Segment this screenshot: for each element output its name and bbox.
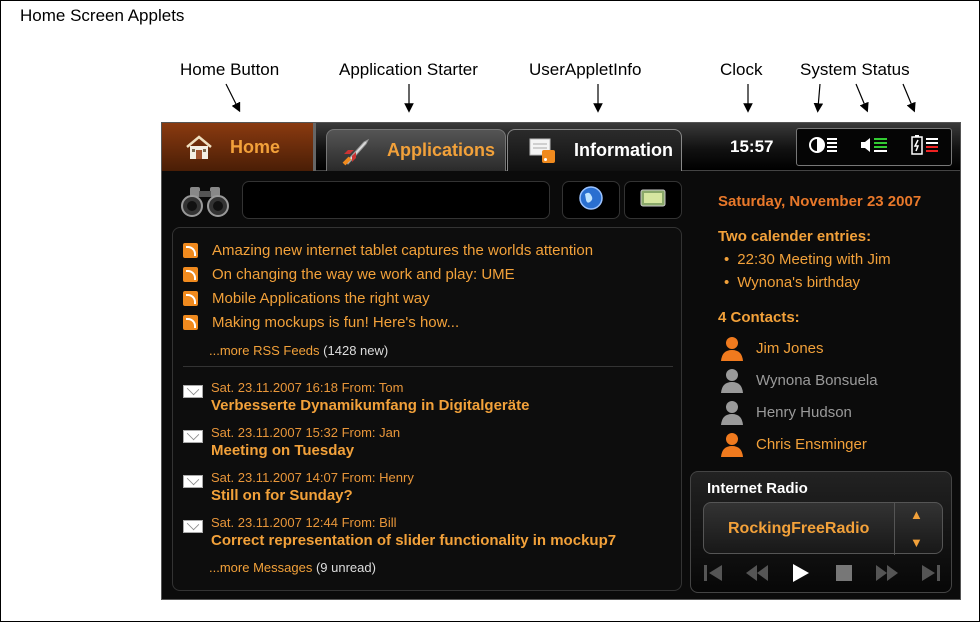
rss-list: Amazing new internet tablet captures the… (183, 238, 593, 334)
divider (183, 366, 673, 367)
binoculars-icon[interactable] (180, 185, 230, 222)
message-subject: Still on for Sunday? (211, 487, 353, 504)
person-offline-icon (718, 366, 746, 394)
rss-icon (183, 266, 198, 282)
message-subject: Correct representation of slider functio… (211, 532, 617, 549)
skip-back-icon[interactable] (699, 560, 727, 586)
more-rss-link[interactable]: ...more RSS Feeds (209, 343, 320, 358)
calendar-entry[interactable]: 22:30 Meeting with Jim (718, 251, 958, 268)
contact-name: Chris Ensminger (756, 435, 867, 453)
tab-information-label: Information (574, 140, 673, 160)
radio-controls (699, 560, 945, 586)
rss-item-title: Amazing new internet tablet captures the… (212, 241, 594, 259)
rss-icon (183, 290, 198, 306)
message-item[interactable]: Sat. 23.11.2007 15:32 From: Jan Meeting o… (183, 425, 616, 470)
more-messages: ...more Messages (9 unread) (209, 560, 376, 575)
home-button[interactable]: Home (162, 123, 316, 171)
globe-icon (578, 185, 604, 216)
message-list: Sat. 23.11.2007 16:18 From: Tom Verbesser… (183, 380, 616, 560)
info-column: Saturday, November 23 2007 Two calender … (718, 193, 958, 460)
message-subject: Meeting on Tuesday (211, 442, 355, 459)
skip-forward-icon[interactable] (917, 560, 945, 586)
rss-item-title: On changing the way we work and play: UM… (212, 265, 515, 283)
message-meta: Sat. 23.11.2007 12:44 From: Bill (211, 515, 397, 530)
play-icon[interactable] (786, 560, 814, 586)
tab-applications[interactable]: Applications (326, 129, 506, 171)
rss-item[interactable]: Mobile Applications the right way (183, 286, 593, 310)
person-online-icon (718, 334, 746, 362)
rss-item[interactable]: Amazing new internet tablet captures the… (183, 238, 593, 262)
message-meta: Sat. 23.11.2007 16:18 From: Tom (211, 380, 404, 395)
contact-list: Jim Jones Wynona Bonsuela Henry Hudson C… (718, 332, 958, 460)
envelope-icon (183, 520, 203, 533)
stop-icon[interactable] (830, 560, 858, 586)
fast-forward-icon[interactable] (873, 560, 901, 586)
message-item[interactable]: Sat. 23.11.2007 12:44 From: Bill Correct … (183, 515, 616, 560)
message-item[interactable]: Sat. 23.11.2007 16:18 From: Tom Verbesser… (183, 380, 616, 425)
search-row (178, 181, 684, 221)
search-input[interactable] (242, 181, 550, 219)
message-item[interactable]: Sat. 23.11.2007 14:07 From: Henry Still o… (183, 470, 616, 515)
contact-name: Jim Jones (756, 339, 824, 357)
contact-name: Wynona Bonsuela (756, 371, 878, 389)
station-down-icon[interactable]: ▼ (910, 535, 923, 550)
station-up-icon[interactable]: ▲ (910, 507, 923, 522)
rss-item-title: Making mockups is fun! Here's how... (212, 313, 460, 331)
tab-applications-label: Applications (387, 140, 496, 160)
system-status (796, 128, 952, 166)
rss-item[interactable]: Making mockups is fun! Here's how... (183, 310, 593, 334)
more-messages-count: (9 unread) (315, 560, 376, 575)
envelope-icon (183, 475, 203, 488)
message-meta: Sat. 23.11.2007 14:07 From: Henry (211, 470, 414, 485)
calendar-entry[interactable]: Wynona's birthday (718, 274, 958, 291)
display-brightness-icon[interactable] (808, 135, 838, 160)
rocket-icon (339, 136, 373, 166)
contacts-card-button[interactable] (624, 181, 682, 219)
station-name: RockingFreeRadio (728, 520, 870, 537)
rewind-icon[interactable] (743, 560, 771, 586)
feeds-panel: Amazing new internet tablet captures the… (172, 227, 682, 591)
info-feed-icon (526, 136, 560, 166)
tab-information[interactable]: Information (507, 129, 682, 171)
contact-name: Henry Hudson (756, 403, 852, 421)
person-online-icon (718, 430, 746, 458)
annotation-arrows (225, 83, 916, 113)
envelope-icon (183, 430, 203, 443)
card-icon (640, 189, 666, 212)
more-rss-count: (1428 new) (323, 343, 389, 358)
envelope-icon (183, 385, 203, 398)
internet-radio: Internet Radio RockingFreeRadio ▲ ▼ (690, 471, 952, 593)
volume-icon[interactable] (859, 135, 889, 160)
rss-icon (183, 242, 198, 258)
battery-icon[interactable] (910, 134, 940, 161)
web-search-button[interactable] (562, 181, 620, 219)
radio-title: Internet Radio (707, 480, 808, 497)
message-meta: Sat. 23.11.2007 15:32 From: Jan (211, 425, 401, 440)
contact-item[interactable]: Chris Ensminger (718, 428, 958, 460)
more-rss: ...more RSS Feeds (1428 new) (209, 343, 388, 358)
rss-item-title: Mobile Applications the right way (212, 289, 430, 307)
contact-item[interactable]: Wynona Bonsuela (718, 364, 958, 396)
station-divider (894, 503, 895, 555)
home-label: Home (230, 136, 281, 157)
rss-icon (183, 314, 198, 330)
contact-item[interactable]: Jim Jones (718, 332, 958, 364)
clock: 15:57 (730, 137, 774, 156)
calendar-title: Two calender entries: (718, 228, 872, 245)
station-display: RockingFreeRadio ▲ ▼ (703, 502, 943, 555)
rss-item[interactable]: On changing the way we work and play: UM… (183, 262, 593, 286)
message-subject: Verbesserte Dynamikumfang in Digitalgerä… (211, 397, 530, 414)
person-offline-icon (718, 398, 746, 426)
contact-item[interactable]: Henry Hudson (718, 396, 958, 428)
top-bar: Home Applications Information 15:57 (162, 123, 960, 171)
date-heading: Saturday, November 23 2007 (718, 193, 922, 210)
contacts-title: 4 Contacts: (718, 309, 800, 326)
house-icon (182, 132, 216, 162)
device-screen: Home Applications Information 15:57 Amaz… (161, 122, 961, 600)
more-messages-link[interactable]: ...more Messages (209, 560, 312, 575)
